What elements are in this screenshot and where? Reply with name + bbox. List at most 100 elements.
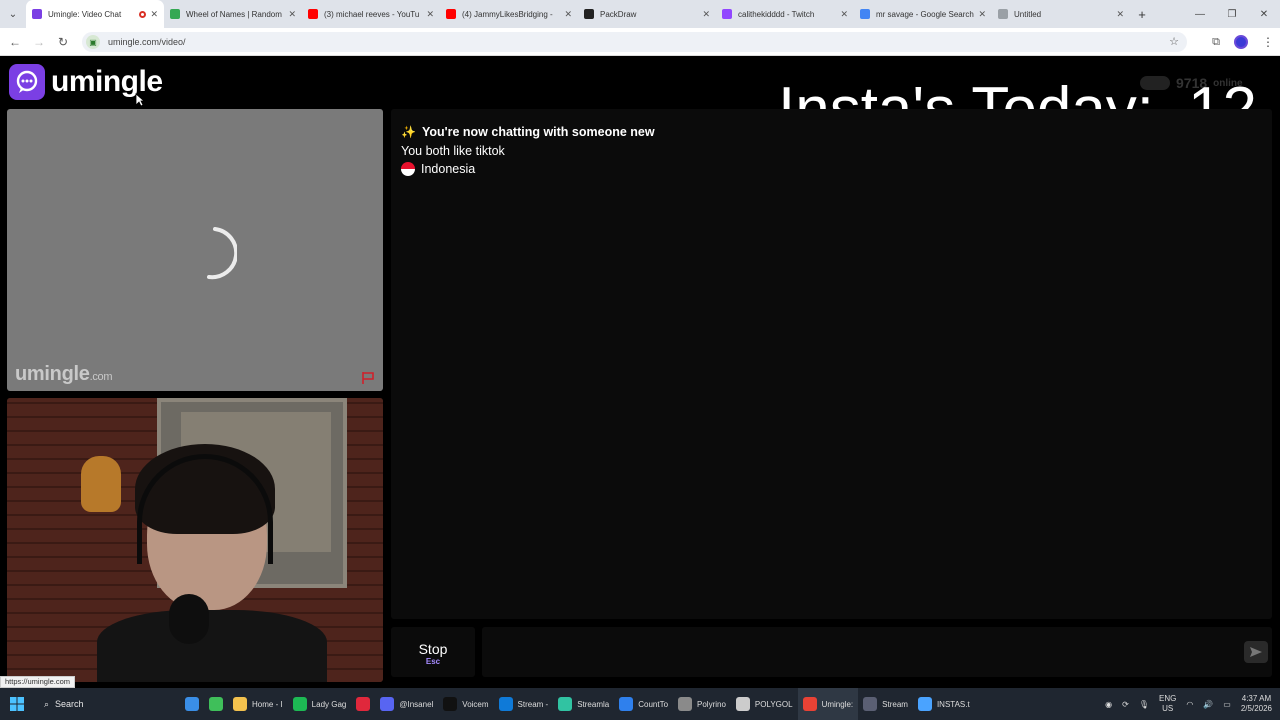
- send-button[interactable]: [1244, 641, 1268, 663]
- umingle-watermark: umingle.com: [15, 363, 113, 386]
- notepad-icon: [735, 697, 750, 711]
- sync-icon[interactable]: ⟳: [1122, 700, 1129, 709]
- taskbar-item[interactable]: [180, 688, 204, 720]
- tab-favicon-icon: [170, 9, 180, 19]
- tab-label: Wheel of Names | Random: [186, 9, 282, 19]
- mic-tray-icon[interactable]: 🎙: [1139, 700, 1149, 709]
- close-tab-icon[interactable]: ✕: [702, 9, 710, 20]
- send-icon: [1250, 647, 1262, 657]
- clock[interactable]: 4:37 AM 2/5/2026: [1241, 694, 1272, 714]
- wifi-icon[interactable]: ◠: [1186, 700, 1193, 709]
- taskbar-item[interactable]: Umingle:: [797, 688, 859, 720]
- interest-text: You both like tiktok: [401, 144, 505, 158]
- streamlabs-icon: [558, 697, 573, 711]
- taskbar-item-label: Streamla: [577, 699, 610, 709]
- taskbar-item[interactable]: POLYGOL: [731, 688, 798, 720]
- taskbar-item[interactable]: Polyrino: [673, 688, 731, 720]
- site-info-icon[interactable]: ▣: [86, 35, 100, 49]
- discord-tray-icon[interactable]: ◉: [1105, 700, 1112, 709]
- tab-favicon-icon: [308, 9, 318, 19]
- search-icon: ⌕: [44, 698, 50, 709]
- recording-indicator-icon: [139, 10, 147, 18]
- extensions-icon[interactable]: ⧉: [1212, 36, 1220, 49]
- taskbar-item[interactable]: Home - I: [228, 688, 288, 720]
- taskbar-item[interactable]: Streamla: [553, 688, 614, 720]
- close-window-icon[interactable]: ✕: [1248, 0, 1280, 28]
- tab-favicon-icon: [998, 9, 1008, 19]
- taskbar-item[interactable]: Stream: [858, 688, 913, 720]
- clock-time: 4:37 AM: [1241, 694, 1272, 703]
- taskbar-item[interactable]: Lady Gag: [288, 688, 352, 720]
- taskbar-item[interactable]: INSTAS.t: [913, 688, 975, 720]
- system-message-new-chat: ✨ You're now chatting with someone new: [401, 125, 655, 139]
- browser-tab[interactable]: Untitled ✕: [992, 0, 1130, 28]
- close-tab-icon[interactable]: ✕: [426, 9, 434, 20]
- clock-date: 2/5/2026: [1240, 704, 1272, 713]
- address-bar[interactable]: ▣ umingle.com/video/ ☆: [82, 32, 1187, 52]
- spotify-icon: [292, 697, 307, 711]
- browser-tab[interactable]: PackDraw ✕: [578, 0, 716, 28]
- taskbar-item-label: @Insanel: [399, 699, 434, 709]
- taskbar-item[interactable]: [204, 688, 228, 720]
- search-label: Search: [55, 699, 84, 709]
- browser-tab[interactable]: Wheel of Names | Random ✕: [164, 0, 302, 28]
- tab-search-button[interactable]: ⌄: [0, 0, 26, 28]
- browser-tab[interactable]: Umingle: Video Chat ✕: [26, 0, 164, 28]
- voicemod-icon: [443, 697, 458, 711]
- tab-favicon-icon: [860, 9, 870, 19]
- tab-label: mr savage - Google Search: [876, 9, 974, 19]
- taskbar-item[interactable]: [351, 688, 375, 720]
- taskbar: ⌕ Search Home - I Lady Gag @Insanel Voicem S…: [0, 688, 1280, 720]
- close-tab-icon[interactable]: ✕: [840, 9, 848, 20]
- country-text: Indonesia: [421, 162, 476, 176]
- maximize-icon[interactable]: ❐: [1216, 0, 1248, 28]
- forward-icon[interactable]: →: [27, 28, 51, 56]
- volume-icon[interactable]: 🔊: [1203, 700, 1213, 709]
- taskbar-item[interactable]: Stream -: [494, 688, 554, 720]
- tab-label: Umingle: Video Chat: [48, 9, 122, 19]
- browser-tab[interactable]: (4) JammyLikesBridging - ✕: [440, 0, 578, 28]
- opera-icon: [356, 697, 371, 711]
- tab-strip: ⌄ Umingle: Video Chat ✕ Wheel of Names | R…: [0, 0, 1280, 28]
- new-tab-button[interactable]: +: [1130, 0, 1154, 28]
- vase: [81, 456, 121, 512]
- profile-avatar[interactable]: [1234, 35, 1248, 49]
- file-explorer-icon: [185, 697, 199, 711]
- report-flag-icon[interactable]: [361, 371, 375, 385]
- close-tab-icon[interactable]: ✕: [150, 9, 158, 20]
- reload-icon[interactable]: ↻: [51, 28, 75, 56]
- back-icon[interactable]: ←: [3, 28, 27, 56]
- vscode-icon: [619, 697, 634, 711]
- browser-tab[interactable]: mr savage - Google Search ✕: [854, 0, 992, 28]
- minimize-icon[interactable]: —: [1184, 0, 1216, 28]
- stop-label: Stop: [418, 641, 448, 657]
- close-tab-icon[interactable]: ✕: [978, 9, 986, 20]
- obs-icon: [863, 697, 878, 711]
- battery-icon[interactable]: ▭: [1223, 700, 1231, 709]
- close-tab-icon[interactable]: ✕: [1116, 9, 1124, 20]
- lang-bottom: US: [1162, 704, 1174, 713]
- taskbar-search[interactable]: ⌕ Search: [34, 692, 180, 716]
- stop-button[interactable]: Stop Esc: [391, 627, 475, 677]
- taskbar-item-label: Polyrino: [697, 699, 726, 709]
- hoodie: [97, 610, 327, 682]
- indonesia-flag-icon: [401, 162, 415, 176]
- lang-top: ENG: [1159, 694, 1177, 703]
- taskbar-item[interactable]: Voicem: [438, 688, 493, 720]
- self-camera: [7, 398, 383, 682]
- close-tab-icon[interactable]: ✕: [288, 9, 296, 20]
- message-input[interactable]: [482, 627, 1272, 677]
- taskbar-item[interactable]: @Insanel: [375, 688, 438, 720]
- taskbar-item[interactable]: CountTo: [614, 688, 673, 720]
- system-tray: ◉ ⟳ 🎙 ENG US ◠ 🔊 ▭ 4:37 AM 2/5/2026: [1105, 688, 1272, 720]
- close-tab-icon[interactable]: ✕: [564, 9, 572, 20]
- taskbar-item-label: Lady Gag: [311, 699, 347, 709]
- bookmark-star-icon[interactable]: ☆: [1169, 35, 1179, 48]
- browser-menu-icon[interactable]: ⋮: [1262, 35, 1274, 49]
- browser-tab[interactable]: (3) michael reeves - YouTu ✕: [302, 0, 440, 28]
- language-indicator[interactable]: ENG US: [1159, 694, 1176, 714]
- taskbar-item-label: Voicem: [462, 699, 489, 709]
- browser-tab[interactable]: calithekidddd - Twitch ✕: [716, 0, 854, 28]
- windows-start-icon[interactable]: [0, 688, 34, 720]
- edge-icon: [498, 697, 513, 711]
